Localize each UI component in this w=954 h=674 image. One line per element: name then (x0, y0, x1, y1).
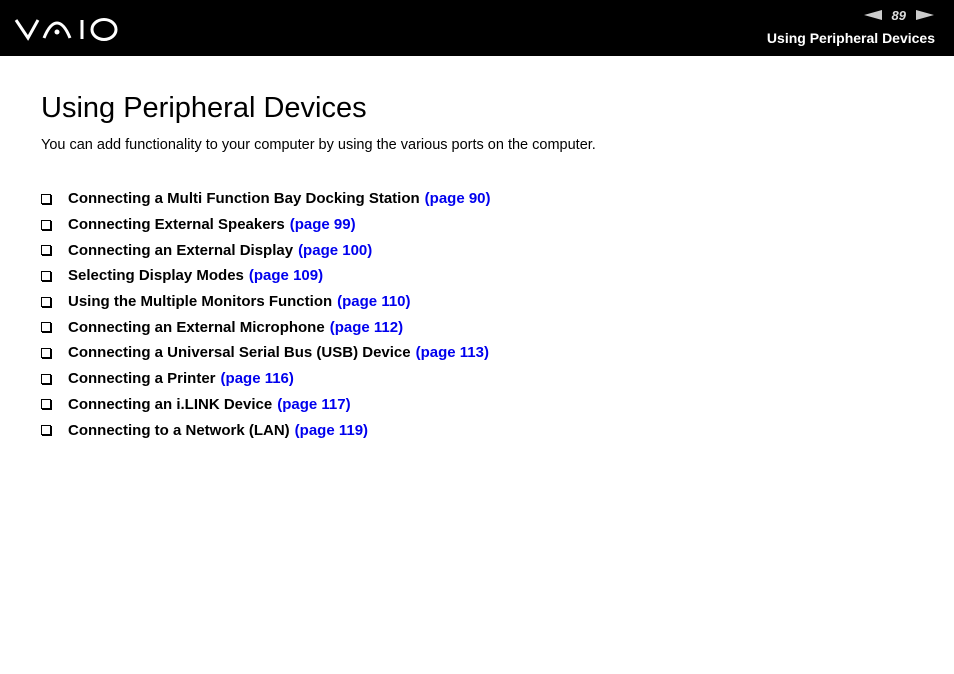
list-item: Connecting External Speakers (page 99) (41, 212, 491, 238)
list-item: Connecting a Multi Function Bay Docking … (41, 186, 491, 212)
page-link[interactable]: (page 119) (295, 422, 368, 439)
list-item: Connecting to a Network (LAN) (page 119) (41, 417, 491, 443)
header-bar: 89 Using Peripheral Devices (0, 0, 954, 56)
item-label: Connecting to a Network (LAN) (68, 421, 290, 439)
checkbox-bullet-icon (41, 219, 51, 230)
page-link[interactable]: (page 100) (298, 242, 372, 259)
page-link[interactable]: (page 113) (416, 344, 489, 361)
item-label: Connecting an External Display (68, 241, 294, 259)
next-page-arrow-icon[interactable] (916, 10, 934, 20)
previous-page-arrow-icon[interactable] (863, 10, 882, 20)
page-link[interactable]: (page 109) (249, 267, 323, 284)
page-link[interactable]: (page 112) (330, 319, 403, 336)
item-label: Connecting a Multi Function Bay Docking … (68, 190, 420, 208)
list-item: Connecting an External Microphone (page 1… (41, 314, 491, 340)
checkbox-bullet-icon (41, 425, 51, 436)
item-label: Connecting an i.LINK Device (68, 395, 273, 413)
list-item: Connecting an External Display (page 100) (41, 237, 491, 263)
list-item: Connecting a Printer (page 116) (41, 366, 491, 392)
checkbox-bullet-icon (41, 245, 51, 256)
list-item: Using the Multiple Monitors Function (pag… (41, 289, 491, 315)
checkbox-bullet-icon (41, 296, 51, 307)
topic-list: Connecting a Multi Function Bay Docking … (41, 186, 491, 443)
list-item: Connecting a Universal Serial Bus (USB) … (41, 340, 491, 366)
checkbox-bullet-icon (41, 399, 51, 410)
page-number: 89 (891, 7, 906, 23)
page-link[interactable]: (page 117) (277, 396, 350, 413)
item-label: Selecting Display Modes (68, 267, 244, 285)
section-title: Using Peripheral Devices (766, 30, 935, 46)
item-label: Using the Multiple Monitors Function (68, 293, 333, 311)
checkbox-bullet-icon (41, 193, 51, 204)
checkbox-bullet-icon (41, 347, 51, 358)
page-title: Using Peripheral Devices (41, 92, 367, 124)
item-label: Connecting a Universal Serial Bus (USB) … (68, 344, 411, 362)
item-label: Connecting an External Microphone (68, 318, 325, 336)
checkbox-bullet-icon (41, 322, 51, 333)
page-link[interactable]: (page 90) (425, 190, 491, 207)
page-link[interactable]: (page 116) (221, 370, 294, 387)
checkbox-bullet-icon (41, 373, 51, 384)
page-link[interactable]: (page 110) (337, 293, 410, 310)
list-item: Selecting Display Modes (page 109) (41, 263, 491, 289)
checkbox-bullet-icon (41, 270, 51, 281)
item-label: Connecting External Speakers (68, 216, 285, 234)
page-navigation: 89 (863, 6, 934, 24)
item-label: Connecting a Printer (68, 370, 216, 388)
list-item: Connecting an i.LINK Device (page 117) (41, 392, 491, 418)
page-link[interactable]: (page 99) (290, 216, 356, 233)
intro-text: You can add functionality to your comput… (41, 137, 596, 153)
vaio-logo (14, 18, 118, 41)
